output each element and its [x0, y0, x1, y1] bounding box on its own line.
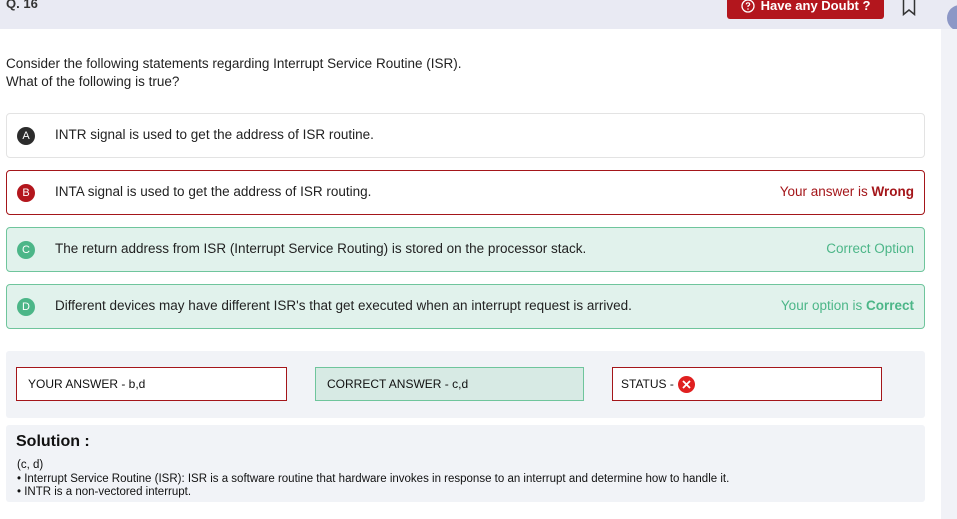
- status-prefix: Your answer is: [779, 184, 872, 199]
- status-strong: Correct: [865, 298, 914, 313]
- option-d[interactable]: D Different devices may have different I…: [6, 284, 925, 329]
- option-text: INTR signal is used to get the address o…: [55, 127, 374, 142]
- your-answer-text: YOUR ANSWER - b,d: [28, 377, 146, 391]
- question-line-1: Consider the following statements regard…: [6, 56, 462, 71]
- solution-line: (c, d): [17, 459, 44, 471]
- option-status: Correct Option: [826, 241, 914, 256]
- status-prefix: Your option is: [780, 298, 866, 313]
- answer-summary: YOUR ANSWER - b,d CORRECT ANSWER - c,d S…: [6, 351, 925, 418]
- cross-icon: [677, 375, 695, 393]
- solution-line: • Interrupt Service Routine (ISR): ISR i…: [17, 472, 730, 485]
- status-label: STATUS -: [621, 377, 674, 391]
- option-b[interactable]: B INTA signal is used to get the address…: [6, 170, 925, 215]
- have-doubt-label: Have any Doubt ?: [760, 0, 871, 13]
- correct-answer-text: CORRECT ANSWER - c,d: [327, 377, 469, 391]
- correct-answer-box: CORRECT ANSWER - c,d: [315, 367, 584, 401]
- solution-body: (c, d) • Interrupt Service Routine (ISR)…: [17, 459, 729, 500]
- question-number: Q. 16: [6, 0, 38, 11]
- have-doubt-button[interactable]: Have any Doubt ?: [727, 0, 884, 19]
- option-c[interactable]: C The return address from ISR (Interrupt…: [6, 227, 925, 272]
- option-text: Different devices may have different ISR…: [55, 298, 632, 313]
- option-text: The return address from ISR (Interrupt S…: [55, 241, 587, 256]
- chat-question-icon: [740, 0, 755, 13]
- option-letter: C: [17, 241, 35, 259]
- bookmark-icon[interactable]: [902, 0, 916, 16]
- solution-line: • INTR is a non-vectored interrupt.: [17, 486, 192, 498]
- side-panel-edge: [941, 29, 957, 519]
- option-a[interactable]: A INTR signal is used to get the address…: [6, 113, 925, 158]
- status-strong: Wrong: [871, 184, 915, 199]
- question-line-2: What of the following is true?: [6, 74, 180, 89]
- status-prefix: Correct Option: [826, 241, 914, 256]
- question-text: Consider the following statements regard…: [6, 55, 461, 91]
- option-status: Your answer is Wrong: [780, 184, 914, 199]
- option-letter: D: [17, 298, 35, 316]
- option-status: Your option is Correct: [781, 298, 914, 313]
- top-bar: Q. 16 Have any Doubt ?: [0, 0, 957, 29]
- option-text: INTA signal is used to get the address o…: [55, 184, 372, 199]
- your-answer-box: YOUR ANSWER - b,d: [16, 367, 287, 401]
- solution-panel: Solution : (c, d) • Interrupt Service Ro…: [6, 425, 925, 502]
- status-box: STATUS -: [612, 367, 882, 401]
- solution-title: Solution :: [16, 433, 90, 450]
- option-letter: A: [17, 127, 35, 145]
- option-letter: B: [17, 184, 35, 202]
